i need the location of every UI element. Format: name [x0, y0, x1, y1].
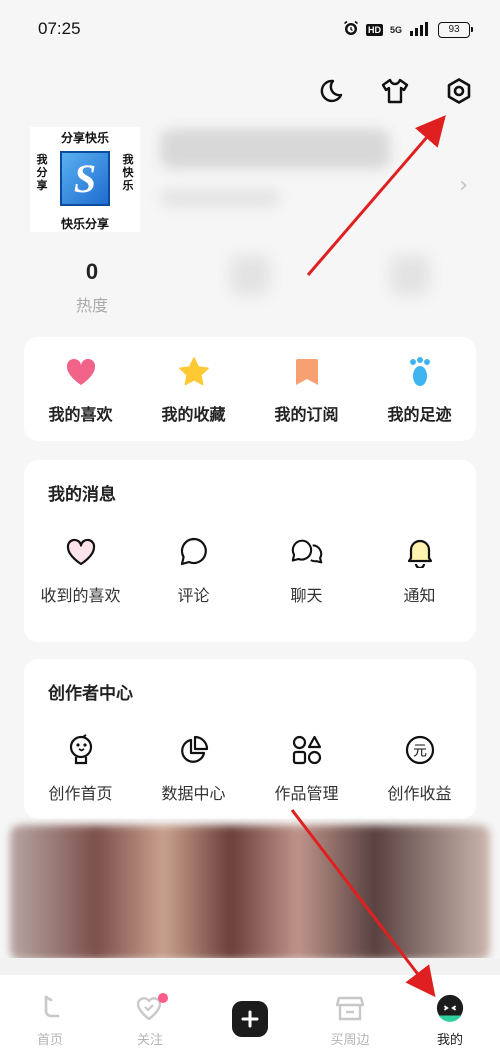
quick-action-favorites[interactable]: 我的收藏	[137, 337, 250, 441]
message-item-label: 评论	[177, 586, 210, 605]
quick-action-label: 我的足迹	[387, 405, 452, 424]
status-icons: HD 5G 93	[343, 20, 473, 40]
chevron-right-icon[interactable]: ›	[459, 173, 468, 198]
chat-bubbles-icon	[289, 534, 325, 570]
creator-center-title: 创作者中心	[48, 684, 133, 704]
blurred-banner[interactable]	[10, 825, 490, 960]
hd-badge: HD	[365, 24, 383, 36]
quick-action-label: 我的喜欢	[48, 405, 113, 424]
pie-chart-icon	[176, 732, 212, 768]
message-item-likes-received[interactable]: 收到的喜欢	[24, 534, 137, 606]
creator-item-earnings[interactable]: 元 创作收益	[363, 732, 476, 804]
creator-item-works[interactable]: 作品管理	[250, 732, 363, 804]
blurred-user-subtitle	[160, 189, 280, 207]
message-item-comments[interactable]: 评论	[137, 534, 250, 606]
quick-action-history[interactable]: 我的足迹	[363, 337, 476, 441]
tab-shop[interactable]: 买周边	[300, 975, 400, 1056]
quick-actions-card: 我的喜欢 我的收藏 我的订阅 我的足迹	[24, 337, 476, 441]
svg-text:元: 元	[413, 744, 427, 760]
bottom-tab-bar: 首页 关注 买周边 我的	[0, 975, 500, 1056]
creator-item-label: 创作收益	[387, 784, 452, 803]
bird-bulb-icon	[63, 732, 99, 768]
plus-create-icon[interactable]	[232, 1001, 268, 1037]
tab-label: 关注	[136, 1033, 163, 1048]
tab-create[interactable]	[200, 975, 300, 1056]
shapes-grid-icon	[289, 732, 325, 768]
star-icon	[177, 355, 211, 389]
creator-center-card: 创作者中心 创作首页 数据中心 作品管理 元 创作收益	[24, 659, 476, 819]
quick-action-likes[interactable]: 我的喜欢	[24, 337, 137, 441]
quick-action-label: 我的收藏	[161, 405, 226, 424]
yuan-coin-icon: 元	[402, 732, 438, 768]
blurred-stat[interactable]	[390, 255, 430, 295]
creator-item-home[interactable]: 创作首页	[24, 732, 137, 804]
avatar-logo: S	[60, 151, 110, 206]
message-item-chat[interactable]: 聊天	[250, 534, 363, 606]
message-item-label: 聊天	[290, 586, 323, 605]
tab-follow[interactable]: 关注	[100, 975, 200, 1056]
messages-card: 我的消息 收到的喜欢 评论 聊天 通知	[24, 460, 476, 642]
quick-action-label: 我的订阅	[274, 405, 339, 424]
tab-me[interactable]: 我的	[400, 975, 500, 1056]
shop-icon	[335, 993, 365, 1023]
bookmark-icon	[290, 355, 324, 389]
message-item-label: 通知	[403, 586, 436, 605]
tab-label: 首页	[36, 1033, 63, 1048]
messages-title: 我的消息	[48, 485, 116, 505]
blurred-username[interactable]	[160, 129, 390, 169]
footprint-icon	[403, 355, 437, 389]
creator-item-label: 数据中心	[161, 784, 226, 803]
bell-icon	[402, 534, 438, 570]
avatar-caption-right: 我快乐	[122, 153, 134, 192]
quick-action-subscriptions[interactable]: 我的订阅	[250, 337, 363, 441]
top-action-icons	[316, 76, 474, 106]
status-time: 07:25	[38, 19, 81, 38]
heart-icon	[64, 355, 98, 389]
heart-outline-icon	[63, 534, 99, 570]
avatar[interactable]: 分享快乐 我分享 S 我快乐 快乐分享	[30, 127, 140, 232]
network-type: 5G	[389, 25, 402, 35]
message-item-label: 收到的喜欢	[40, 586, 121, 605]
home-icon	[35, 993, 65, 1023]
creator-item-label: 创作首页	[48, 784, 113, 803]
status-bar: 07:25 HD 5G 93	[0, 0, 500, 60]
avatar-caption-left: 我分享	[36, 153, 48, 192]
signal-icon	[409, 21, 431, 40]
message-item-notifications[interactable]: 通知	[363, 534, 476, 606]
night-mode-moon-icon[interactable]	[316, 76, 346, 106]
outfit-shirt-icon[interactable]	[380, 76, 410, 106]
tab-home[interactable]: 首页	[0, 975, 100, 1056]
profile-header: 分享快乐 我分享 S 我快乐 快乐分享 › 0 热度	[0, 115, 500, 325]
creator-item-data-center[interactable]: 数据中心	[137, 732, 250, 804]
tab-label: 买周边	[330, 1033, 370, 1048]
creator-item-label: 作品管理	[274, 784, 339, 803]
heat-value[interactable]: 0	[60, 259, 124, 285]
avatar-caption-top: 分享快乐	[60, 131, 109, 145]
alarm-icon	[343, 20, 359, 40]
creator-row: 创作首页 数据中心 作品管理 元 创作收益	[24, 732, 476, 804]
avatar-caption-bottom: 快乐分享	[60, 217, 109, 231]
blurred-stat[interactable]	[230, 255, 270, 295]
tab-label: 我的	[436, 1033, 463, 1048]
profile-face-icon	[435, 993, 465, 1023]
settings-gear-icon[interactable]	[444, 76, 474, 106]
messages-row: 收到的喜欢 评论 聊天 通知	[24, 534, 476, 606]
battery-indicator: 93	[438, 22, 473, 38]
comment-bubble-icon	[176, 534, 212, 570]
follow-notification-dot	[158, 993, 168, 1003]
heat-label: 热度	[75, 296, 108, 315]
